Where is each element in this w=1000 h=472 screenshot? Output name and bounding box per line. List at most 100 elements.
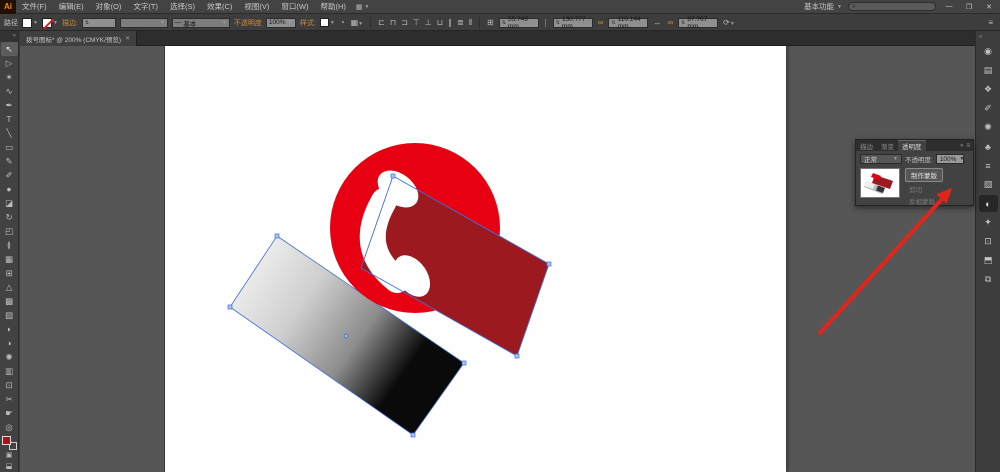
document-tab[interactable]: 拨号图标* @ 200% (CMYK/预览) ✕ [20,31,138,46]
recolor-artwork-icon[interactable]: ◔ [339,18,346,27]
fill-stroke-indicator[interactable] [1,436,17,450]
perspective-grid-tool-icon[interactable]: △ [1,280,18,294]
transform-h-field[interactable]: ⇅ 87.767 mm [678,16,719,30]
link-icon[interactable]: ∞ [597,18,605,27]
panel-menu-icon[interactable]: ≡ [988,18,996,27]
gradient-panel-icon[interactable]: ▧ [979,176,998,193]
width-profile-dropdown[interactable]: ▼ [119,17,168,28]
stroke-link[interactable]: 描边: [62,18,78,28]
zoom-tool-icon[interactable]: ◎ [1,420,18,434]
appearance-panel-icon[interactable]: ♣ [979,138,998,155]
dock-collapse-button[interactable]: « [976,34,1000,43]
transform-x-field[interactable]: ⇅ 55.749 mm [498,16,539,30]
brush-definition-dropdown[interactable]: — 基本 ▼ [171,17,230,28]
panel-collapse-icon[interactable]: » [960,143,963,149]
menu-window[interactable]: 窗口(W) [275,0,314,14]
blend-mode-dropdown[interactable]: 正常 ▼ [860,154,902,164]
menu-type[interactable]: 文字(T) [127,0,164,14]
line-segment-tool-icon[interactable]: ╲ [1,126,18,140]
lasso-tool-icon[interactable]: ∿ [1,84,18,98]
menu-view[interactable]: 视图(V) [238,0,275,14]
tab-close-icon[interactable]: ✕ [125,35,130,42]
arrange-documents-button[interactable]: ▦ ▼ [352,3,374,11]
menu-effect[interactable]: 效果(C) [201,0,238,14]
layers-panel-icon[interactable]: ⬒ [979,252,998,269]
tab-stroke[interactable]: 描边 [856,140,877,151]
color-panel-icon[interactable]: ◉ [979,43,998,60]
align-left-icon[interactable]: ⊏ [377,18,386,27]
opacity-field[interactable]: 100% ▼ [265,17,296,28]
hand-tool-icon[interactable]: ☛ [1,406,18,420]
symbol-sprayer-tool-icon[interactable]: ✺ [1,350,18,364]
artboard-tool-icon[interactable]: ⊡ [1,378,18,392]
distribute-spacing-icon[interactable]: ⫴ [468,18,473,27]
minimize-button[interactable]: — [942,3,956,10]
pen-tool-icon[interactable]: ✒ [1,98,18,112]
graphic-styles-panel-icon[interactable]: ✦ [979,214,998,231]
magic-wand-tool-icon[interactable]: ✶ [1,70,18,84]
menu-edit[interactable]: 编辑(E) [53,0,90,14]
stroke-color-picker[interactable]: ▼ [41,17,58,28]
tab-gradient[interactable]: 渐变 [877,140,898,151]
menu-select[interactable]: 选择(S) [164,0,201,14]
blob-brush-tool-icon[interactable]: ● [1,182,18,196]
color-guide-panel-icon[interactable]: ▤ [979,62,998,79]
transform-w-field[interactable]: ⇅ 110.144 mm [608,16,649,30]
fill-proxy-swatch[interactable] [1,436,11,445]
paintbrush-tool-icon[interactable]: ✐ [1,168,18,182]
slice-tool-icon[interactable]: ✂ [1,392,18,406]
transform-menu-icon[interactable]: ⟳▼ [722,18,736,27]
pencil-tool-icon[interactable]: ✎ [1,154,18,168]
reference-point-selector[interactable]: ⊞ [486,18,495,27]
pathfinder-panel-icon[interactable]: ⧉ [979,271,998,288]
free-transform-tool-icon[interactable]: ▦ [1,252,18,266]
rotate-tool-icon[interactable]: ↻ [1,210,18,224]
style-swatch-dropdown[interactable]: ▼ [319,18,335,27]
toolbar-collapse-button[interactable]: « [0,31,18,42]
brushes-panel-icon[interactable]: ✐ [979,100,998,117]
width-tool-icon[interactable]: ≬ [1,238,18,252]
rectangle-tool-icon[interactable]: ▭ [1,140,18,154]
document-setup-icon[interactable]: ▦▼ [350,18,365,27]
align-middle-icon[interactable]: ⊥ [424,18,433,27]
close-button[interactable]: ✕ [982,3,996,11]
constrain-proportions-icon[interactable]: ∞ [666,18,674,27]
transparency-panel-icon[interactable]: ◐ [978,195,998,212]
panel-flyout-menu-icon[interactable]: ≡ [966,143,970,149]
swatches-panel-icon[interactable]: ❖ [979,81,998,98]
restore-button[interactable]: ❐ [962,3,976,11]
column-graph-tool-icon[interactable]: ▥ [1,364,18,378]
panel-opacity-field[interactable]: 100% ▼ [935,154,964,164]
menu-file[interactable]: 文件(F) [16,0,53,14]
align-center-icon[interactable]: ⊓ [389,18,397,27]
tab-transparency[interactable]: 透明度 [898,140,926,151]
shape-builder-tool-icon[interactable]: ⊞ [1,266,18,280]
align-top-icon[interactable]: ⊤ [412,18,421,27]
align-right-icon[interactable]: ⊐ [400,18,409,27]
workspace-switcher[interactable]: 基本功能 ▼ [804,1,842,12]
gradient-tool-icon[interactable]: ▧ [1,308,18,322]
swap-dimensions-icon[interactable]: ↔ [652,18,662,27]
drawing-mode-icon[interactable]: ▣ [1,450,18,461]
eraser-tool-icon[interactable]: ◪ [1,196,18,210]
artboards-panel-icon[interactable]: ⊡ [979,233,998,250]
opacity-link[interactable]: 不透明度 [234,18,262,28]
distribute-vertical-icon[interactable]: ≣ [456,18,465,27]
object-thumbnail[interactable] [860,168,900,198]
menu-object[interactable]: 对象(O) [90,0,128,14]
symbols-panel-icon[interactable]: ✺ [979,119,998,136]
stroke-panel-icon[interactable]: ≡ [979,157,998,174]
blend-tool-icon[interactable]: ◑ [1,336,18,350]
style-link[interactable]: 样式: [300,18,316,28]
canvas[interactable] [20,46,975,472]
make-mask-button[interactable]: 制作蒙版 [905,168,943,182]
scale-tool-icon[interactable]: ◰ [1,224,18,238]
align-bottom-icon[interactable]: ⊔ [436,18,444,27]
mesh-tool-icon[interactable]: ▩ [1,294,18,308]
transform-y-field[interactable]: ⇅ 130.777 mm [552,16,593,30]
distribute-horizontal-icon[interactable]: ∥ [447,18,453,27]
eyedropper-tool-icon[interactable]: ◗ [1,322,18,336]
artwork[interactable] [20,46,975,472]
search-input[interactable]: ⌾ [848,2,936,11]
selection-tool-icon[interactable]: ↖ [0,42,18,56]
